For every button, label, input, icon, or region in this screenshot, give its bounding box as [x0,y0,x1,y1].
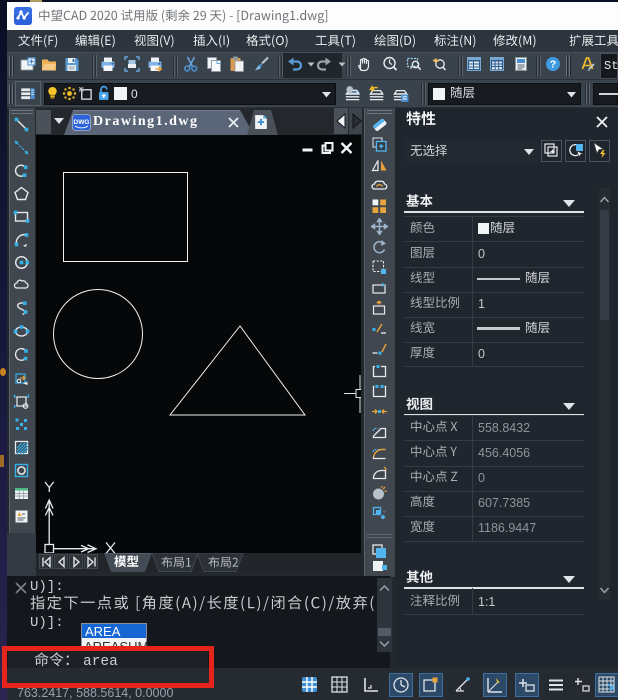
svg-text:?: ? [550,59,556,71]
svg-text:DWG: DWG [74,119,90,126]
